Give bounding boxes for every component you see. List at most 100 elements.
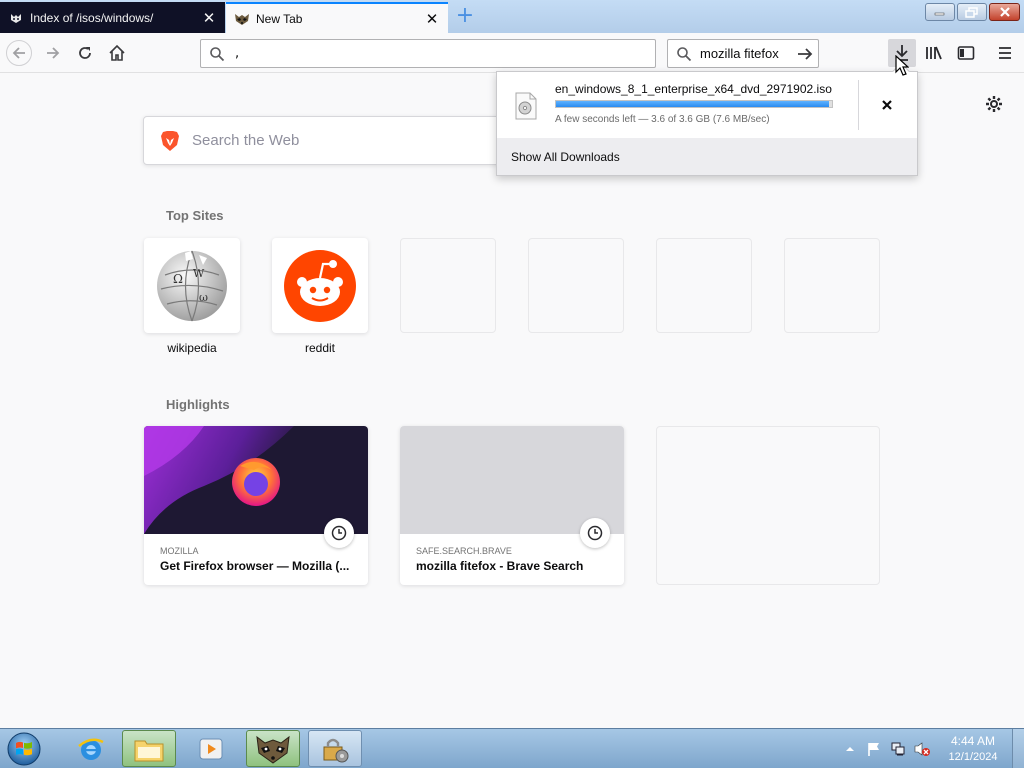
search-icon <box>210 46 225 61</box>
raccoon-favicon-icon <box>234 11 250 27</box>
svg-text:W: W <box>193 267 205 280</box>
volume-muted-icon[interactable] <box>912 739 932 759</box>
download-filename: en_windows_8_1_enterprise_x64_dvd_297190… <box>555 82 832 96</box>
top-site-tile-empty <box>656 238 752 333</box>
raccoon-browser-icon <box>256 735 290 764</box>
reload-button[interactable] <box>72 40 98 66</box>
tab-new-tab[interactable]: New Tab ✕ <box>226 2 448 33</box>
back-button[interactable] <box>6 40 32 66</box>
show-all-downloads-label: Show All Downloads <box>511 149 620 164</box>
highlight-thumbnail <box>400 426 624 548</box>
search-go-icon[interactable] <box>792 46 818 62</box>
divider <box>858 80 859 130</box>
highlight-card-brave-search[interactable]: SAFE.SEARCH.BRAVE mozilla fitefox - Brav… <box>400 426 624 585</box>
show-desktop-button[interactable] <box>1012 729 1024 768</box>
downloads-panel: en_windows_8_1_enterprise_x64_dvd_297190… <box>496 62 918 176</box>
sidebar-button[interactable] <box>952 39 980 67</box>
hamburger-menu-icon <box>999 47 1011 59</box>
restore-button[interactable] <box>957 3 987 21</box>
top-site-tile-wikipedia[interactable]: Ω W ω <box>144 238 240 333</box>
top-site-tile-reddit[interactable] <box>272 238 368 333</box>
close-window-button[interactable] <box>989 3 1020 21</box>
menu-button[interactable] <box>991 39 1019 67</box>
clock-date[interactable]: 12/1/2024 <box>940 751 1006 763</box>
show-hidden-icons-icon[interactable] <box>840 739 860 759</box>
url-input-value[interactable]: , <box>235 46 239 61</box>
highlight-card-empty <box>656 426 880 585</box>
svg-text:ω: ω <box>199 291 208 304</box>
tab-title: Index of /isos/windows/ <box>30 10 154 25</box>
media-player-icon <box>199 738 223 759</box>
download-progress-fill <box>556 101 830 107</box>
windows-start-orb-icon <box>7 732 41 766</box>
reload-icon <box>79 47 91 59</box>
clock-icon <box>580 518 610 548</box>
back-arrow-icon <box>12 47 25 59</box>
restore-icon <box>965 6 978 18</box>
new-tab-button[interactable]: + <box>454 5 476 27</box>
top-site-tile-empty <box>400 238 496 333</box>
close-icon <box>999 7 1010 17</box>
highlight-title: Get Firefox browser — Mozilla (... <box>160 559 350 573</box>
clock-icon <box>324 518 354 548</box>
taskbar-internet-explorer[interactable] <box>64 730 118 767</box>
installer-lock-icon <box>323 738 349 762</box>
raccoon-favicon-icon <box>8 10 24 26</box>
iso-file-icon <box>513 92 539 120</box>
taskbar-media-player[interactable] <box>184 730 238 767</box>
search-icon <box>677 46 692 61</box>
highlight-title: mozilla fitefox - Brave Search <box>416 559 584 573</box>
network-icon[interactable] <box>888 739 908 759</box>
mouse-cursor-icon <box>895 54 910 80</box>
taskbar-file-explorer[interactable] <box>122 730 176 767</box>
web-search-box[interactable]: Search the Web <box>143 116 523 165</box>
action-center-flag-icon[interactable] <box>864 739 884 759</box>
folder-icon <box>134 740 164 761</box>
clock-time[interactable]: 4:44 AM <box>940 734 1006 748</box>
tab-title: New Tab <box>256 11 303 26</box>
library-button[interactable] <box>920 39 948 67</box>
web-search-placeholder: Search the Web <box>192 132 300 149</box>
taskbar-installer[interactable] <box>308 730 362 767</box>
top-sites-heading: Top Sites <box>166 208 224 223</box>
cancel-download-button[interactable] <box>876 94 898 116</box>
highlights-heading: Highlights <box>166 397 230 412</box>
forward-arrow-icon <box>47 47 60 59</box>
show-all-downloads-button[interactable]: Show All Downloads <box>497 138 917 175</box>
top-site-label: wikipedia <box>167 341 217 355</box>
tab-index-of-isos[interactable]: Index of /isos/windows/ ✕ <box>0 2 225 33</box>
highlight-source: MOZILLA <box>160 546 199 556</box>
wikipedia-globe-icon: Ω W ω <box>157 250 227 321</box>
search-bar[interactable]: mozilla fitefox <box>667 39 819 68</box>
highlight-source: SAFE.SEARCH.BRAVE <box>416 546 512 556</box>
gear-icon[interactable] <box>983 93 1005 115</box>
navigation-toolbar: , mozilla fitefox <box>0 33 1024 73</box>
svg-text:Ω: Ω <box>173 272 183 286</box>
taskbar-browser[interactable] <box>246 730 300 767</box>
start-button[interactable] <box>4 731 44 767</box>
top-site-label: reddit <box>304 341 336 355</box>
download-progress-bar <box>555 100 833 108</box>
library-icon <box>926 46 942 60</box>
system-tray <box>840 729 936 768</box>
tab-close-icon[interactable]: ✕ <box>201 9 217 27</box>
home-icon <box>109 44 125 61</box>
brave-lion-icon <box>161 130 179 151</box>
home-button[interactable] <box>104 40 130 66</box>
top-site-tile-empty <box>784 238 880 333</box>
close-icon <box>882 100 892 110</box>
minimize-icon <box>934 12 945 16</box>
tab-strip: Index of /isos/windows/ ✕ New Tab ✕ + <box>0 0 1024 33</box>
download-status: A few seconds left — 3.6 of 3.6 GB (7.6 … <box>555 114 770 125</box>
tab-close-icon[interactable]: ✕ <box>424 10 440 28</box>
windows-taskbar: 4:44 AM 12/1/2024 <box>0 728 1024 768</box>
minimize-button[interactable] <box>925 3 955 21</box>
sidebar-icon <box>957 46 975 60</box>
internet-explorer-icon <box>78 738 104 760</box>
highlight-card-mozilla[interactable]: MOZILLA Get Firefox browser — Mozilla (.… <box>144 426 368 585</box>
search-input-value[interactable]: mozilla fitefox <box>700 46 792 61</box>
forward-button[interactable] <box>40 40 66 66</box>
download-item[interactable]: en_windows_8_1_enterprise_x64_dvd_297190… <box>497 72 917 138</box>
url-bar[interactable]: , <box>200 39 656 68</box>
highlight-thumbnail <box>144 426 368 548</box>
